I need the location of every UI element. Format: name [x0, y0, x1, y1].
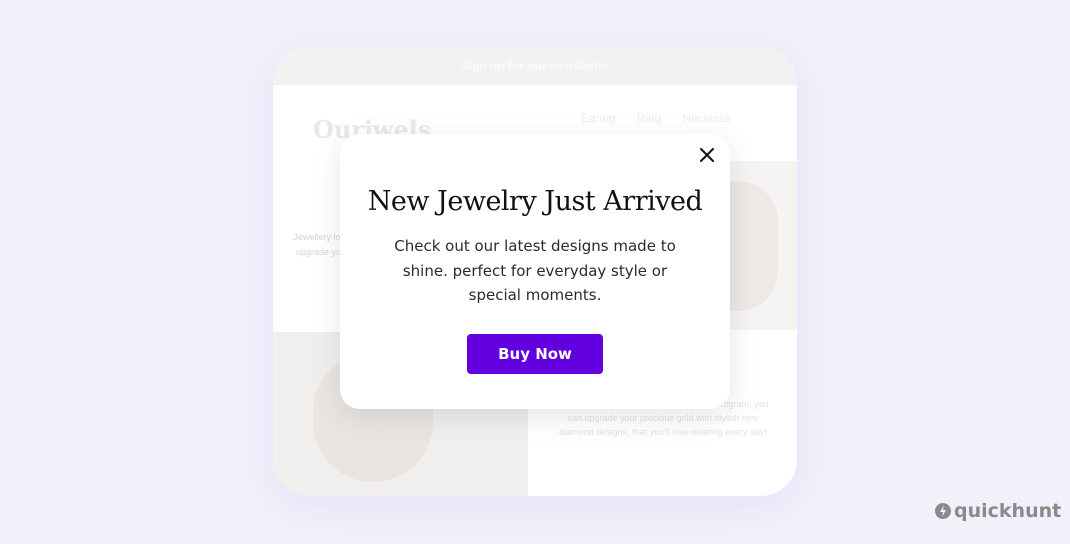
- modal-title: New Jewelry Just Arrived: [367, 186, 703, 217]
- nav-item-ring[interactable]: Ring: [637, 111, 662, 125]
- newsletter-banner[interactable]: Sign up for our newsletter: [273, 47, 797, 85]
- close-icon[interactable]: [696, 144, 718, 166]
- nav-item-neckless[interactable]: Neckless: [682, 111, 731, 125]
- modal-description: Check out our latest designs made to shi…: [394, 237, 676, 304]
- quickhunt-logo-icon: [935, 503, 951, 519]
- popup-modal: New Jewelry Just Arrived Check out our l…: [340, 134, 730, 409]
- nav-bar: Earing Ring Neckless: [581, 111, 731, 125]
- hero-image: [728, 161, 797, 330]
- nav-item-earing[interactable]: Earing: [581, 111, 616, 125]
- buy-now-button[interactable]: Buy Now: [467, 334, 603, 374]
- quickhunt-watermark: quickhunt: [934, 500, 1061, 522]
- watermark-text: quickhunt: [954, 500, 1062, 522]
